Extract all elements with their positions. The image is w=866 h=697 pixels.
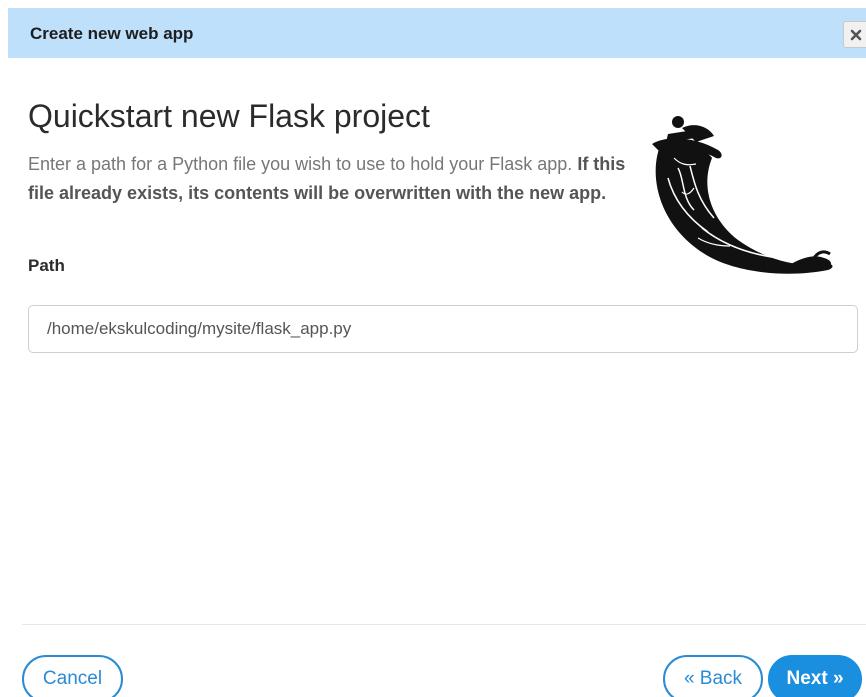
next-button[interactable]: Next »	[768, 655, 862, 697]
description-normal: Enter a path for a Python file you wish …	[28, 154, 578, 174]
create-web-app-dialog: Create new web app Quickstart new Flask …	[0, 0, 866, 697]
footer-divider	[22, 624, 866, 625]
page-title: Quickstart new Flask project	[28, 98, 430, 134]
flask-horn-logo	[652, 116, 833, 274]
path-input[interactable]	[28, 305, 858, 353]
close-button[interactable]	[843, 21, 866, 48]
cancel-button[interactable]: Cancel	[22, 655, 123, 697]
path-label: Path	[28, 256, 65, 275]
description-text: Enter a path for a Python file you wish …	[28, 150, 628, 208]
back-button[interactable]: « Back	[663, 655, 763, 697]
close-icon	[850, 29, 862, 41]
dialog-title: Create new web app	[30, 24, 194, 43]
dialog-header: Create new web app	[8, 8, 866, 58]
